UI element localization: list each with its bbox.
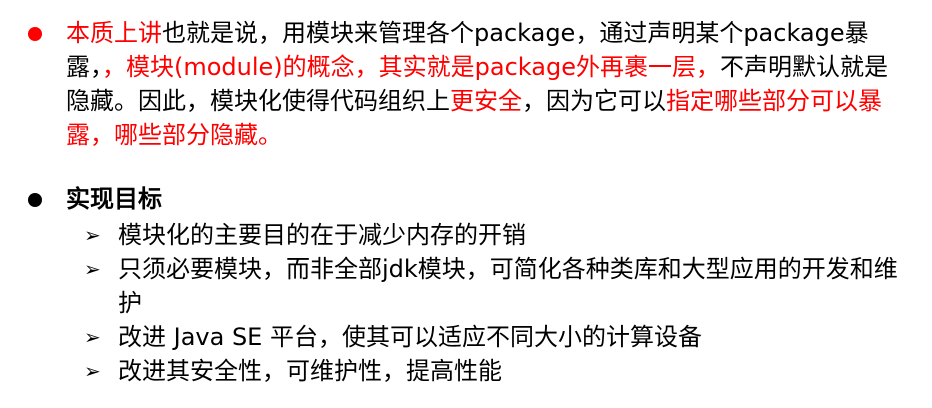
goal-text: 改进 Java SE 平台，使其可以适应不同大小的计算设备: [118, 323, 702, 351]
arrowhead-icon: ➢: [84, 223, 101, 247]
intro-seg-1: 本质上讲: [66, 19, 162, 47]
goal-text: 改进其安全性，可维护性，提高性能: [118, 357, 502, 385]
goals-heading: 实现目标: [66, 185, 162, 213]
black-bullet-icon: [28, 193, 42, 207]
red-bullet-icon: [28, 27, 42, 41]
arrowhead-icon: ➢: [84, 359, 101, 383]
intro-paragraph: 本质上讲也就是说，用模块来管理各个package，通过声明某个package暴露…: [66, 16, 906, 152]
arrowhead-icon: ➢: [84, 257, 101, 281]
intro-seg-6: ，因为它可以: [522, 87, 666, 115]
goal-text: 只须必要模块，而非全部jdk模块，可简化各种类库和大型应用的开发和维护: [118, 255, 898, 317]
intro-seg-5: 更安全: [450, 87, 522, 115]
goal-text: 模块化的主要目的在于减少内存的开销: [118, 221, 526, 249]
intro-seg-3: ，模块(module)的概念，其实就是package外再裹一层，: [102, 53, 720, 81]
arrowhead-icon: ➢: [84, 325, 101, 349]
